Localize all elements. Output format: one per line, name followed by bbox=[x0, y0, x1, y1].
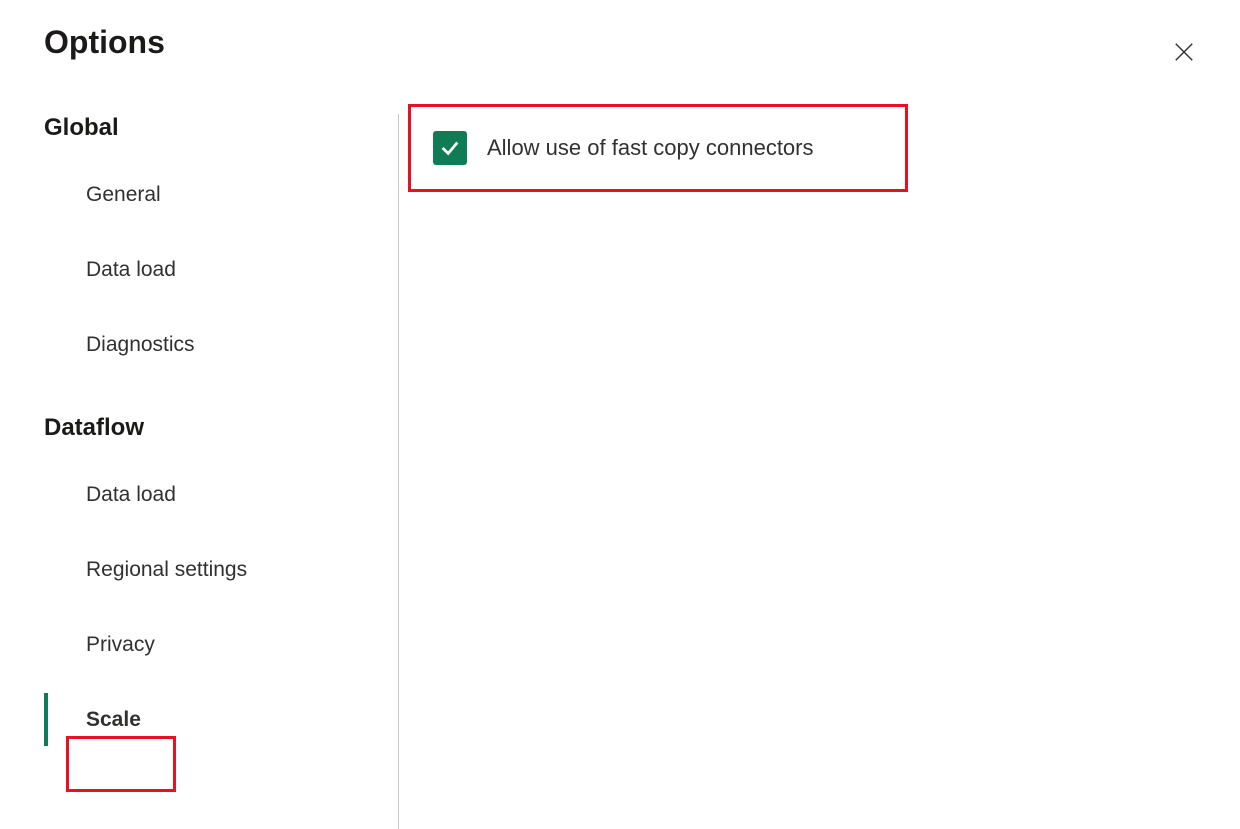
annotation-highlight-scale bbox=[66, 736, 176, 792]
sidebar-item-general[interactable]: General bbox=[44, 176, 384, 213]
close-icon bbox=[1173, 41, 1195, 63]
sidebar-item-data-load-global[interactable]: Data load bbox=[44, 251, 384, 288]
close-button[interactable] bbox=[1170, 38, 1198, 66]
sidebar-section-global: Global bbox=[44, 114, 384, 142]
sidebar-item-data-load-dataflow[interactable]: Data load bbox=[44, 476, 384, 513]
dialog-title: Options bbox=[44, 24, 165, 61]
checkmark-icon bbox=[439, 137, 461, 159]
sidebar-item-scale[interactable]: Scale bbox=[44, 701, 384, 738]
checkbox-box bbox=[433, 131, 467, 165]
fast-copy-checkbox[interactable]: Allow use of fast copy connectors bbox=[433, 131, 814, 165]
options-content: Allow use of fast copy connectors bbox=[408, 104, 908, 192]
sidebar-item-privacy[interactable]: Privacy bbox=[44, 626, 384, 663]
sidebar-divider bbox=[398, 114, 399, 829]
sidebar-item-diagnostics[interactable]: Diagnostics bbox=[44, 326, 384, 363]
options-sidebar: Global General Data load Diagnostics Dat… bbox=[44, 114, 384, 738]
annotation-highlight-checkbox: Allow use of fast copy connectors bbox=[408, 104, 908, 192]
sidebar-section-dataflow: Dataflow bbox=[44, 414, 384, 442]
sidebar-item-regional-settings[interactable]: Regional settings bbox=[44, 551, 384, 588]
checkbox-label: Allow use of fast copy connectors bbox=[487, 135, 814, 161]
